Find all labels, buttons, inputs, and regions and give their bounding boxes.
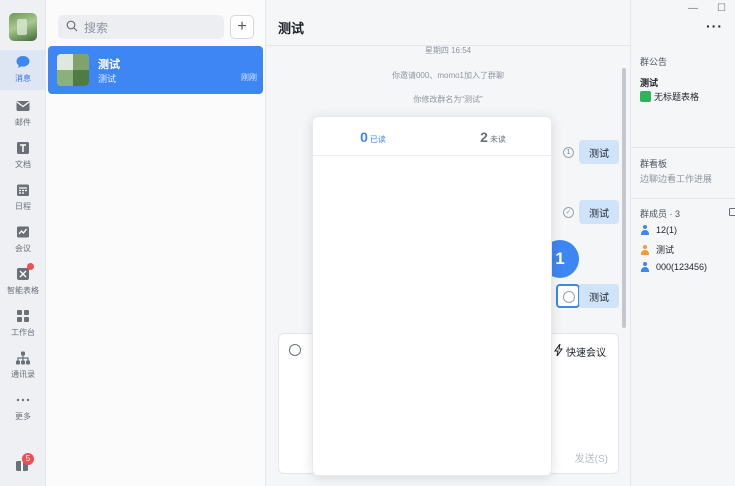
more-dots-icon: [15, 392, 31, 408]
search-placeholder: 搜索: [84, 20, 109, 35]
chat-title: 测试: [278, 21, 305, 36]
search-box[interactable]: 搜索: [58, 15, 224, 39]
nav-calendar[interactable]: 日程: [0, 178, 46, 218]
conversation-name: 测试: [98, 59, 120, 71]
system-message: 你修改群名为“测试”: [413, 95, 483, 104]
member-name: 000(123456): [656, 262, 708, 272]
member-item[interactable]: 000(123456): [640, 262, 707, 272]
user-icon: [640, 262, 650, 272]
nav-rail: 消息 邮件 文档 日程 会议 智能表格 工作台 通讯录 更多 5: [0, 0, 46, 486]
nav-label: 通讯录: [11, 370, 35, 379]
message-bubble[interactable]: 测试: [579, 140, 619, 164]
more-options-button[interactable]: ···: [706, 18, 723, 34]
notification-badge: 5: [22, 453, 34, 465]
read-status-button[interactable]: [556, 284, 580, 308]
tab-read[interactable]: 0 已读: [313, 129, 433, 145]
contacts-icon: [15, 350, 31, 366]
notification-dot: [27, 263, 34, 270]
nav-label: 会议: [15, 244, 31, 253]
chat-header: 测试: [266, 0, 630, 46]
nav-docs[interactable]: 文档: [0, 136, 46, 176]
divider: [631, 147, 735, 148]
nav-smart-sheet[interactable]: 智能表格: [0, 262, 46, 302]
nav-more[interactable]: 更多: [0, 388, 46, 428]
conversation-last-message: 测试: [98, 74, 117, 84]
board-title: 群看板: [640, 159, 668, 169]
lightning-icon: [554, 343, 564, 359]
nav-label: 工作台: [11, 328, 35, 337]
member-name: 测试: [656, 245, 675, 255]
message-bubble[interactable]: 测试: [579, 200, 619, 224]
chat-bubble-icon: [15, 54, 31, 70]
read-label: 已读: [369, 135, 386, 144]
conversation-item[interactable]: 测试 测试 刚刚: [48, 46, 263, 94]
maximize-icon[interactable]: ☐: [717, 3, 726, 14]
announcement-name: 测试: [640, 78, 659, 88]
scrollbar[interactable]: [622, 68, 626, 328]
member-item[interactable]: 12(1): [640, 225, 677, 235]
conversation-time: 刚刚: [241, 73, 257, 82]
mail-icon: [15, 98, 31, 114]
edit-members-icon[interactable]: [729, 208, 735, 216]
emoji-icon[interactable]: [289, 344, 301, 356]
send-button[interactable]: 发送(S): [575, 450, 608, 465]
group-info-panel: 群公告 测试 无标题表格 群看板 边聊边看工作进展 群成员 · 3 12(1) …: [630, 0, 735, 486]
nav-workbench[interactable]: 工作台: [0, 304, 46, 344]
nav-messages[interactable]: 消息: [0, 50, 46, 90]
group-avatar: [57, 54, 89, 86]
system-message: 星期四 16:54: [424, 46, 472, 55]
system-message: 你邀请000、momo1加入了群聊: [391, 71, 505, 80]
user-icon: [640, 244, 650, 255]
divider: [631, 198, 735, 199]
nav-mail[interactable]: 邮件: [0, 94, 46, 134]
unread-label: 未读: [489, 135, 506, 144]
announcement-title: 群公告: [640, 57, 668, 67]
read-check-indicator[interactable]: ✓: [563, 207, 574, 218]
nav-label: 日程: [15, 202, 31, 211]
user-icon: [640, 225, 650, 235]
search-icon: [66, 20, 78, 35]
member-name: 12(1): [656, 225, 678, 235]
conversation-list: 搜索 + 测试 测试 刚刚: [46, 0, 266, 486]
sheet-icon: [640, 91, 651, 102]
quick-meeting-button[interactable]: 快速会议: [554, 343, 606, 359]
nav-meeting[interactable]: 会议: [0, 220, 46, 260]
add-button[interactable]: +: [230, 15, 254, 39]
unread-count: 2: [480, 129, 488, 145]
nav-contacts[interactable]: 通讯录: [0, 346, 46, 386]
calendar-icon: [15, 182, 31, 198]
file-name: 无标题表格: [654, 92, 700, 102]
meeting-icon: [15, 224, 31, 240]
divider: [313, 155, 553, 156]
nav-label: 文档: [15, 160, 31, 169]
members-title: 群成员 · 3: [640, 209, 681, 219]
document-icon: [15, 140, 31, 156]
message-bubble[interactable]: 测试: [579, 284, 619, 308]
board-description: 边聊边看工作进展: [640, 174, 713, 184]
unread-count-indicator[interactable]: 1: [563, 147, 574, 158]
read-count: 0: [360, 129, 368, 145]
nav-label: 更多: [15, 412, 31, 421]
announcement-file[interactable]: 无标题表格: [640, 90, 699, 103]
workbench-icon: [15, 308, 31, 324]
smart-sheet-icon: [15, 263, 34, 282]
tab-unread[interactable]: 2 未读: [433, 129, 553, 145]
quick-meeting-label: 快速会议: [566, 348, 606, 359]
read-receipt-popover: 0 已读 2 未读: [312, 116, 553, 476]
nav-label: 智能表格: [7, 286, 39, 295]
minimize-icon[interactable]: —: [688, 3, 698, 14]
nav-label: 消息: [15, 74, 31, 83]
nav-label: 邮件: [15, 118, 31, 127]
member-item[interactable]: 测试: [640, 243, 674, 256]
user-avatar[interactable]: [9, 13, 37, 41]
